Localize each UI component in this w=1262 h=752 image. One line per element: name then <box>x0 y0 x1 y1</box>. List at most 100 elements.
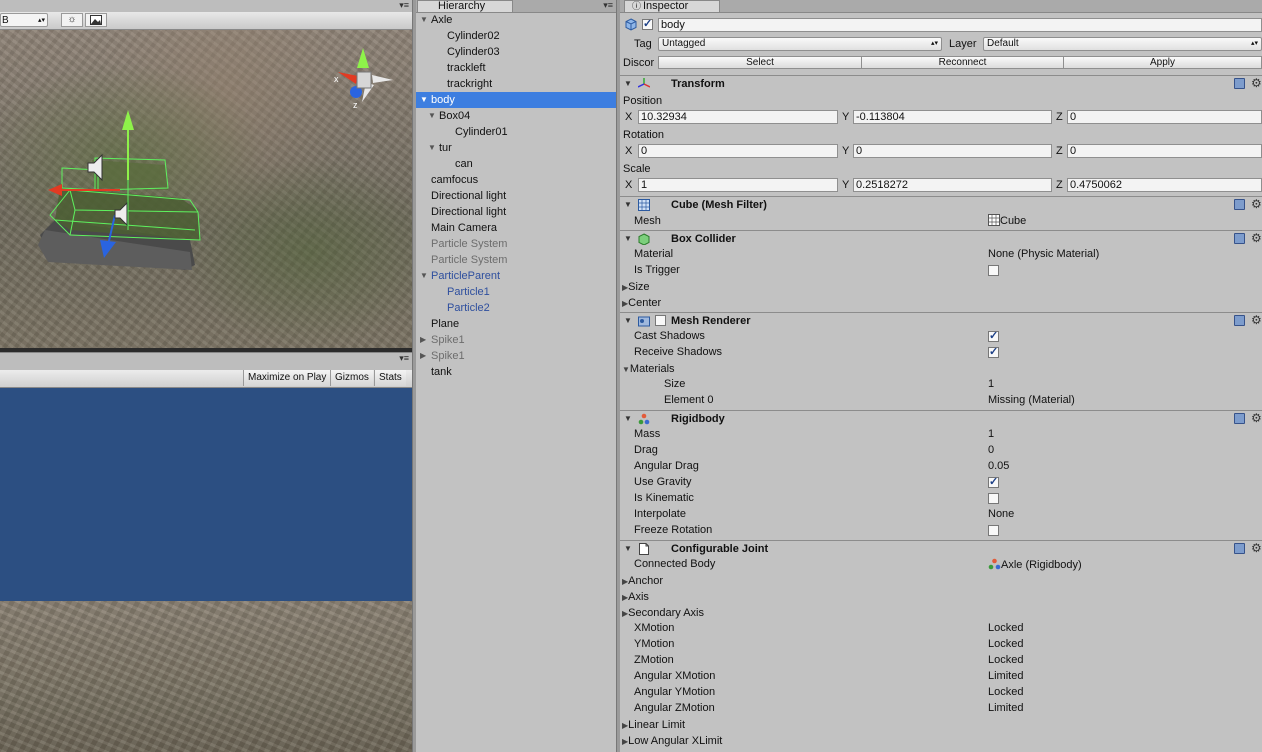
scale-y-field[interactable]: 0.2518272 <box>853 178 1052 192</box>
rigidbody-component-header[interactable]: ▼ Rigidbody ⚙ <box>620 410 1262 427</box>
drag-field[interactable]: 0 <box>988 442 994 458</box>
tab-hierarchy[interactable]: Hierarchy <box>417 0 513 12</box>
angular-drag-field[interactable]: 0.05 <box>988 458 1009 474</box>
hierarchy-item[interactable]: Plane <box>416 316 616 332</box>
scale-z-field[interactable]: 0.4750062 <box>1067 178 1262 192</box>
fold-open-icon[interactable]: ▼ <box>624 79 632 88</box>
rotation-z-field[interactable]: 0 <box>1067 144 1262 158</box>
hierarchy-item[interactable]: Directional light <box>416 188 616 204</box>
anchor-foldout[interactable]: ▶Anchor <box>622 573 663 590</box>
hierarchy-item[interactable]: trackright <box>416 76 616 92</box>
transform-component-header[interactable]: ▼ Transform ⚙ <box>620 75 1262 92</box>
hierarchy-item[interactable]: Particle1 <box>416 284 616 300</box>
tab-inspector[interactable]: ⓘ Inspector <box>624 0 720 12</box>
mass-field[interactable]: 1 <box>988 426 994 442</box>
freeze-rotation-checkbox[interactable] <box>988 525 999 536</box>
hierarchy-item[interactable]: Cylinder01 <box>416 124 616 140</box>
help-book-icon[interactable] <box>1234 199 1245 210</box>
zmotion-dropdown[interactable]: Locked <box>988 652 1023 668</box>
mesh-renderer-component-header[interactable]: ▼ Mesh Renderer ⚙ <box>620 312 1262 329</box>
fold-open-icon[interactable]: ▼ <box>428 108 436 124</box>
fold-open-icon[interactable]: ▼ <box>420 92 428 108</box>
gear-icon[interactable]: ⚙ <box>1251 411 1262 426</box>
angular-ymotion-dropdown[interactable]: Locked <box>988 684 1023 700</box>
help-book-icon[interactable] <box>1234 315 1245 326</box>
axis-foldout[interactable]: ▶Axis <box>622 589 649 606</box>
scene-image-toggle[interactable] <box>85 13 107 27</box>
prefab-apply-button[interactable]: Apply <box>1063 56 1262 69</box>
help-book-icon[interactable] <box>1234 413 1245 424</box>
cast-shadows-checkbox[interactable] <box>988 329 999 342</box>
stats-toggle[interactable]: Stats <box>374 370 406 386</box>
fold-open-icon[interactable]: ▼ <box>420 12 428 28</box>
fold-open-icon[interactable]: ▼ <box>428 140 436 156</box>
hierarchy-item[interactable]: Particle System <box>416 236 616 252</box>
scene-orientation-gizmo[interactable]: x z <box>334 48 393 110</box>
fold-open-icon[interactable]: ▼ <box>624 200 632 209</box>
ymotion-dropdown[interactable]: Locked <box>988 636 1023 652</box>
linear-limit-foldout[interactable]: ▶Linear Limit <box>622 717 685 734</box>
mesh-object-field[interactable]: Cube <box>988 213 1026 229</box>
hierarchy-item[interactable]: ▼ Axle <box>416 12 616 28</box>
draw-mode-dropdown[interactable]: B ▴▾ <box>0 13 48 27</box>
hierarchy-item[interactable]: ▼ Box04 <box>416 108 616 124</box>
help-book-icon[interactable] <box>1234 543 1245 554</box>
help-book-icon[interactable] <box>1234 233 1245 244</box>
fold-open-icon[interactable]: ▼ <box>624 316 632 325</box>
hierarchy-item[interactable]: ▼ tur <box>416 140 616 156</box>
position-y-field[interactable]: -0.113804 <box>853 110 1052 124</box>
hierarchy-item[interactable]: Cylinder03 <box>416 44 616 60</box>
panel-menu-icon[interactable]: ▾≡ <box>603 1 613 10</box>
fold-open-icon[interactable]: ▼ <box>624 414 632 423</box>
element0-object-field[interactable]: Missing (Material) <box>988 392 1075 408</box>
angular-zmotion-dropdown[interactable]: Limited <box>988 700 1023 716</box>
hierarchy-item[interactable]: ▶ Spike1 <box>416 348 616 364</box>
hierarchy-item[interactable]: ▼ body <box>416 92 616 108</box>
center-foldout[interactable]: ▶Center <box>622 295 661 312</box>
game-view-viewport[interactable] <box>0 388 412 752</box>
use-gravity-checkbox[interactable] <box>988 475 999 488</box>
hierarchy-item[interactable]: Main Camera <box>416 220 616 236</box>
prefab-reconnect-button[interactable]: Reconnect <box>861 56 1064 69</box>
position-x-field[interactable]: 10.32934 <box>638 110 838 124</box>
low-angular-xlimit-foldout[interactable]: ▶Low Angular XLimit <box>622 733 722 750</box>
panel-menu-icon[interactable]: ▾≡ <box>399 354 409 363</box>
maximize-on-play-toggle[interactable]: Maximize on Play <box>243 370 331 386</box>
mesh-renderer-enabled-checkbox[interactable] <box>655 315 666 326</box>
tag-dropdown[interactable]: Untagged ▴▾ <box>658 37 942 51</box>
gear-icon[interactable]: ⚙ <box>1251 313 1262 328</box>
hierarchy-item[interactable]: ▼ ParticleParent <box>416 268 616 284</box>
scale-x-field[interactable]: 1 <box>638 178 838 192</box>
configurable-joint-component-header[interactable]: ▼ Configurable Joint ⚙ <box>620 540 1262 557</box>
fold-open-icon[interactable]: ▼ <box>624 544 632 553</box>
scene-view-viewport[interactable]: x z <box>0 30 412 348</box>
gizmos-toggle[interactable]: Gizmos <box>330 370 373 386</box>
gear-icon[interactable]: ⚙ <box>1251 231 1262 246</box>
gear-icon[interactable]: ⚙ <box>1251 76 1262 91</box>
gear-icon[interactable]: ⚙ <box>1251 541 1262 556</box>
object-name-field[interactable]: body <box>658 18 1262 32</box>
mesh-filter-component-header[interactable]: ▼ Cube (Mesh Filter) ⚙ <box>620 196 1262 213</box>
fold-open-icon[interactable]: ▼ <box>624 234 632 243</box>
receive-shadows-checkbox[interactable] <box>988 345 999 358</box>
angular-xmotion-dropdown[interactable]: Limited <box>988 668 1023 684</box>
is-trigger-checkbox[interactable] <box>988 265 999 276</box>
position-z-field[interactable]: 0 <box>1067 110 1262 124</box>
prefab-select-button[interactable]: Select <box>658 56 862 69</box>
hierarchy-item[interactable]: trackleft <box>416 60 616 76</box>
rotation-y-field[interactable]: 0 <box>853 144 1052 158</box>
fold-open-icon[interactable]: ▼ <box>420 268 428 284</box>
hierarchy-item[interactable]: can <box>416 156 616 172</box>
hierarchy-item[interactable]: Particle System <box>416 252 616 268</box>
help-book-icon[interactable] <box>1234 78 1245 89</box>
hierarchy-item[interactable]: tank <box>416 364 616 380</box>
panel-menu-icon[interactable]: ▾≡ <box>399 1 409 10</box>
layer-dropdown[interactable]: Default ▴▾ <box>983 37 1262 51</box>
gear-icon[interactable]: ⚙ <box>1251 197 1262 212</box>
scene-lighting-toggle[interactable]: ☼ <box>61 13 83 27</box>
hierarchy-item[interactable]: Particle2 <box>416 300 616 316</box>
object-active-checkbox[interactable] <box>642 17 653 30</box>
hierarchy-item[interactable]: ▶ Spike1 <box>416 332 616 348</box>
interpolate-dropdown[interactable]: None <box>988 506 1014 522</box>
is-kinematic-checkbox[interactable] <box>988 493 999 504</box>
